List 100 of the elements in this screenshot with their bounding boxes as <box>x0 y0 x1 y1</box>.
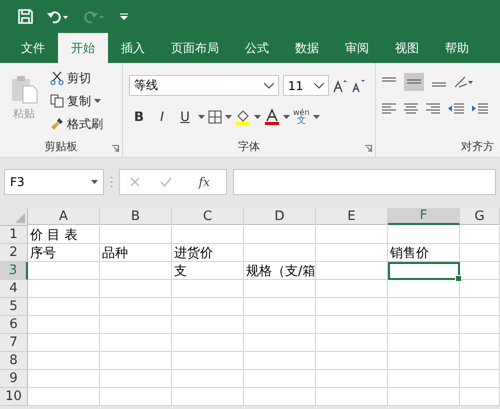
table-cell[interactable] <box>28 280 100 298</box>
row-header[interactable]: 4 <box>0 280 28 298</box>
save-icon[interactable] <box>18 9 33 24</box>
row-header[interactable]: 8 <box>0 352 28 370</box>
caret-icon[interactable] <box>225 115 232 119</box>
table-cell[interactable] <box>100 370 172 388</box>
table-cell[interactable] <box>172 298 244 316</box>
name-box[interactable]: F3 <box>4 169 104 195</box>
table-cell[interactable] <box>388 316 460 334</box>
active-cell[interactable] <box>388 262 460 280</box>
decrease-indent-icon[interactable] <box>448 103 464 115</box>
table-cell[interactable] <box>388 280 460 298</box>
caret-icon[interactable] <box>312 115 320 119</box>
fill-color-icon[interactable] <box>235 109 251 125</box>
table-cell[interactable] <box>100 280 172 298</box>
bold-button[interactable]: B <box>129 106 149 128</box>
ribbon-tab[interactable]: 帮助 <box>432 33 482 63</box>
ribbon-tab[interactable]: 审阅 <box>332 33 382 63</box>
column-header[interactable]: A <box>28 208 100 225</box>
table-cell[interactable] <box>100 298 172 316</box>
table-cell[interactable] <box>172 280 244 298</box>
ribbon-tab[interactable]: 开始 <box>58 33 108 63</box>
align-text-icon[interactable] <box>404 103 418 115</box>
table-cell[interactable] <box>316 388 388 406</box>
select-all-corner[interactable] <box>0 208 28 226</box>
table-cell[interactable]: 支 <box>172 262 244 280</box>
format-painter-button[interactable]: 格式刷 <box>48 114 105 134</box>
table-cell[interactable] <box>172 370 244 388</box>
table-cell[interactable] <box>28 352 100 370</box>
caret-icon[interactable] <box>198 115 205 119</box>
row-header[interactable]: 1 <box>0 226 28 244</box>
table-cell[interactable] <box>316 298 388 316</box>
cancel-icon[interactable] <box>130 177 140 187</box>
table-cell[interactable] <box>460 244 500 262</box>
row-header[interactable]: 3 <box>0 262 28 280</box>
caret-icon[interactable] <box>91 180 98 184</box>
caret-icon[interactable] <box>254 115 261 119</box>
table-cell[interactable] <box>244 388 316 406</box>
table-cell[interactable] <box>28 298 100 316</box>
ribbon-tab[interactable]: 文件 <box>8 33 58 63</box>
row-header[interactable]: 2 <box>0 244 28 262</box>
table-cell[interactable] <box>244 334 316 352</box>
table-cell[interactable] <box>28 388 100 406</box>
ribbon-tab[interactable]: 视图 <box>382 33 432 63</box>
font-size-field[interactable]: 11 <box>283 75 329 96</box>
column-header[interactable]: G <box>460 208 500 225</box>
orientation-icon[interactable] <box>454 76 474 88</box>
table-cell[interactable] <box>316 226 388 244</box>
column-header[interactable]: E <box>316 208 388 225</box>
column-header[interactable]: D <box>244 208 316 225</box>
table-cell[interactable] <box>460 370 500 388</box>
table-cell[interactable] <box>244 280 316 298</box>
table-cell[interactable] <box>28 370 100 388</box>
underline-button[interactable]: U <box>175 106 195 128</box>
fill-handle[interactable] <box>455 275 462 282</box>
cut-button[interactable]: 剪切 <box>48 68 105 88</box>
table-cell[interactable] <box>460 226 500 244</box>
dialog-launcher-icon[interactable] <box>365 145 372 152</box>
row-header[interactable]: 10 <box>0 388 28 406</box>
font-name-field[interactable]: 等线 <box>129 75 279 96</box>
table-cell[interactable] <box>388 298 460 316</box>
table-cell[interactable] <box>460 298 500 316</box>
table-cell[interactable] <box>244 352 316 370</box>
column-header[interactable]: F <box>388 208 460 225</box>
table-cell[interactable]: 销售价 <box>388 244 460 262</box>
table-cell[interactable] <box>460 316 500 334</box>
table-cell[interactable]: 序号 <box>28 244 100 262</box>
table-cell[interactable] <box>316 244 388 262</box>
font-color-icon[interactable] <box>264 109 280 125</box>
table-cell[interactable] <box>100 334 172 352</box>
table-cell[interactable] <box>460 334 500 352</box>
table-cell[interactable] <box>100 316 172 334</box>
table-cell[interactable] <box>244 244 316 262</box>
ribbon-tab[interactable]: 数据 <box>282 33 332 63</box>
row-header[interactable]: 5 <box>0 298 28 316</box>
insert-function-button[interactable]: fx <box>192 174 216 190</box>
table-cell[interactable] <box>100 352 172 370</box>
table-cell[interactable] <box>316 352 388 370</box>
row-header[interactable]: 6 <box>0 316 28 334</box>
row-header[interactable]: 9 <box>0 370 28 388</box>
dialog-launcher-icon[interactable] <box>112 145 119 152</box>
align-text-icon[interactable] <box>426 103 440 115</box>
table-cell[interactable] <box>460 352 500 370</box>
table-cell[interactable] <box>244 316 316 334</box>
redo-icon[interactable] <box>83 10 105 24</box>
undo-icon[interactable] <box>47 10 69 24</box>
italic-button[interactable]: I <box>152 106 172 128</box>
table-cell[interactable] <box>244 298 316 316</box>
phonetic-guide-button[interactable]: wén 文 <box>293 108 310 126</box>
table-cell[interactable]: 品种 <box>100 244 172 262</box>
ribbon-tab[interactable]: 插入 <box>108 33 158 63</box>
table-cell[interactable]: 规格（支/箱 <box>244 262 316 280</box>
table-cell[interactable] <box>388 370 460 388</box>
table-cell[interactable] <box>28 334 100 352</box>
ribbon-tab[interactable]: 公式 <box>232 33 282 63</box>
table-cell[interactable] <box>388 352 460 370</box>
table-cell[interactable] <box>460 388 500 406</box>
align-middle-icon[interactable] <box>404 73 424 91</box>
table-cell[interactable] <box>460 280 500 298</box>
column-header[interactable]: B <box>100 208 172 225</box>
